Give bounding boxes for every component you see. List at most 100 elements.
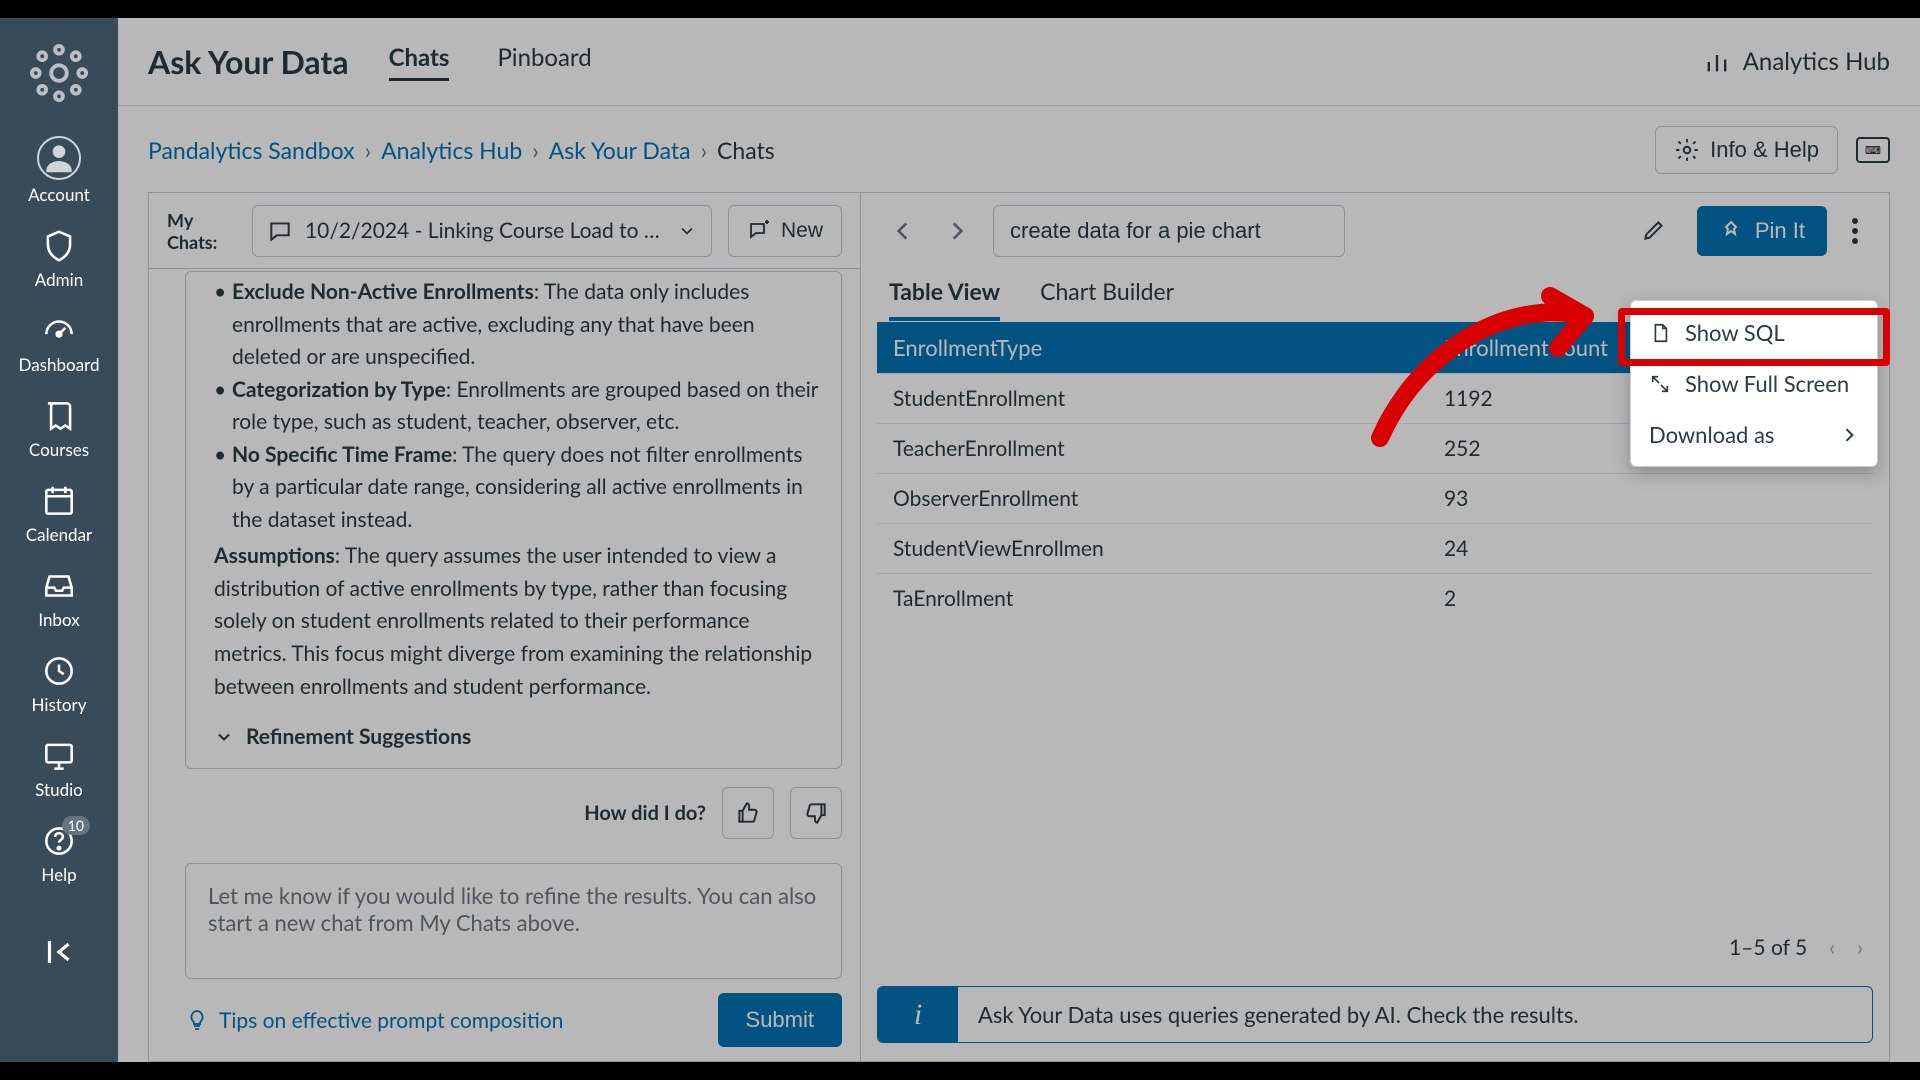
more-options-button[interactable] <box>1845 218 1865 244</box>
keyboard-icon[interactable]: ⌨ <box>1856 137 1890 163</box>
analytics-hub-link[interactable]: Analytics Hub <box>1703 47 1890 76</box>
analytics-hub-label: Analytics Hub <box>1743 47 1890 76</box>
response-card: Exclude Non-Active Enrollments: The data… <box>185 271 842 769</box>
new-chat-button[interactable]: New <box>728 205 842 257</box>
sidebar-item-calendar[interactable]: Calendar <box>0 474 118 553</box>
table-cell: TaEnrollment <box>877 574 1428 624</box>
tab-pinboard[interactable]: Pinboard <box>497 43 591 81</box>
menu-fullscreen[interactable]: Show Full Screen <box>1631 358 1877 409</box>
prev-result-button[interactable] <box>885 213 921 249</box>
gauge-icon <box>40 312 78 350</box>
bar-chart-icon <box>1703 48 1731 76</box>
menu-label: Download as <box>1649 421 1774 448</box>
sidebar-label: Courses <box>29 439 89 460</box>
avatar-icon <box>37 136 81 180</box>
sidebar-label: Account <box>28 184 90 205</box>
table-row[interactable]: StudentViewEnrollmen24 <box>877 524 1873 574</box>
sidebar-item-account[interactable]: Account <box>0 128 118 213</box>
tab-table-view[interactable]: Table View <box>889 277 1000 321</box>
chevron-down-icon <box>214 727 234 747</box>
breadcrumb: Pandalytics Sandbox› Analytics Hub› Ask … <box>148 136 775 164</box>
query-input[interactable] <box>993 205 1345 257</box>
pager-prev[interactable]: ‹ <box>1829 935 1835 960</box>
table-cell: 2 <box>1428 574 1873 624</box>
pencil-icon[interactable] <box>1641 217 1667 243</box>
global-nav-sidebar: Account Admin Dashboard Courses Calendar… <box>0 18 118 1062</box>
chat-pane: My Chats: 10/2/2024 - Linking Course Loa… <box>149 193 861 1061</box>
tab-chats[interactable]: Chats <box>389 43 450 81</box>
sidebar-label: History <box>32 694 87 715</box>
menu-show-sql[interactable]: Show SQL <box>1631 307 1877 358</box>
pin-label: Pin It <box>1755 218 1805 244</box>
new-chat-label: New <box>781 219 823 243</box>
sidebar-label: Studio <box>35 779 83 800</box>
main-content: Ask Your Data Chats Pinboard Analytics H… <box>118 18 1920 1062</box>
crumb-link[interactable]: Pandalytics Sandbox <box>148 136 355 164</box>
submit-button[interactable]: Submit <box>718 993 842 1047</box>
top-bar: Ask Your Data Chats Pinboard Analytics H… <box>118 18 1920 106</box>
crumb-current: Chats <box>717 136 775 164</box>
crumb-link[interactable]: Ask Your Data <box>549 136 691 164</box>
menu-label: Show SQL <box>1685 319 1785 346</box>
ai-warning-text: Ask Your Data uses queries generated by … <box>958 987 1872 1042</box>
top-tabs: Chats Pinboard <box>389 43 592 81</box>
refinement-toggle[interactable]: Refinement Suggestions <box>214 721 821 754</box>
tips-link[interactable]: Tips on effective prompt composition <box>185 1008 563 1033</box>
sidebar-label: Calendar <box>26 524 92 545</box>
thumbs-down-button[interactable] <box>790 787 842 839</box>
sidebar-item-dashboard[interactable]: Dashboard <box>0 304 118 383</box>
col-header[interactable]: EnrollmentType <box>877 322 1428 374</box>
info-help-button[interactable]: Info & Help <box>1655 126 1838 174</box>
sidebar-item-courses[interactable]: Courses <box>0 389 118 468</box>
refinement-label: Refinement Suggestions <box>246 721 471 754</box>
thumbs-down-icon <box>803 800 829 826</box>
inbox-icon <box>40 567 78 605</box>
gear-icon <box>1674 137 1700 163</box>
results-more-menu: Show SQL Show Full Screen Download as <box>1630 300 1878 467</box>
sidebar-item-help[interactable]: 10 Help <box>0 814 118 893</box>
new-chat-icon <box>747 219 771 243</box>
table-row[interactable]: ObserverEnrollment93 <box>877 474 1873 524</box>
pager-next[interactable]: › <box>1857 935 1863 960</box>
thumbs-up-button[interactable] <box>722 787 774 839</box>
table-cell: TeacherEnrollment <box>877 424 1428 474</box>
chat-input[interactable]: Let me know if you would like to refine … <box>185 863 842 979</box>
menu-label: Show Full Screen <box>1685 370 1849 397</box>
page-title: Ask Your Data <box>148 42 349 81</box>
chevron-left-icon <box>890 218 916 244</box>
sidebar-item-admin[interactable]: Admin <box>0 219 118 298</box>
clock-icon <box>40 652 78 690</box>
info-icon: i <box>878 987 958 1042</box>
crumb-link[interactable]: Analytics Hub <box>381 136 522 164</box>
pin-icon <box>1719 219 1743 243</box>
book-icon <box>40 397 78 435</box>
thumbs-up-icon <box>735 800 761 826</box>
next-result-button[interactable] <box>939 213 975 249</box>
lightbulb-icon <box>185 1008 209 1032</box>
mychats-selected-text: 10/2/2024 - Linking Course Load to Stud <box>305 218 665 243</box>
collapse-nav-button[interactable] <box>0 925 118 979</box>
document-icon <box>1649 322 1671 344</box>
table-row[interactable]: TaEnrollment2 <box>877 574 1873 624</box>
mychats-dropdown[interactable]: 10/2/2024 - Linking Course Load to Stud <box>252 205 712 257</box>
sidebar-item-history[interactable]: History <box>0 644 118 723</box>
tab-chart-builder[interactable]: Chart Builder <box>1040 277 1174 321</box>
sidebar-item-inbox[interactable]: Inbox <box>0 559 118 638</box>
sidebar-label: Admin <box>35 269 83 290</box>
chevron-right-icon <box>944 218 970 244</box>
menu-download-as[interactable]: Download as <box>1631 409 1877 460</box>
help-badge: 10 <box>62 816 90 835</box>
app-logo-icon[interactable] <box>28 42 90 104</box>
sidebar-label: Dashboard <box>19 354 100 375</box>
info-help-label: Info & Help <box>1710 137 1819 163</box>
table-cell: 24 <box>1428 524 1873 574</box>
calendar-icon <box>40 482 78 520</box>
pager-range: 1–5 of 5 <box>1729 935 1807 960</box>
mychats-label: My Chats: <box>167 209 236 253</box>
table-cell: ObserverEnrollment <box>877 474 1428 524</box>
pin-it-button[interactable]: Pin It <box>1697 206 1827 256</box>
monitor-icon <box>40 737 78 775</box>
sidebar-item-studio[interactable]: Studio <box>0 729 118 808</box>
shield-icon <box>40 227 78 265</box>
feedback-label: How did I do? <box>584 801 706 825</box>
